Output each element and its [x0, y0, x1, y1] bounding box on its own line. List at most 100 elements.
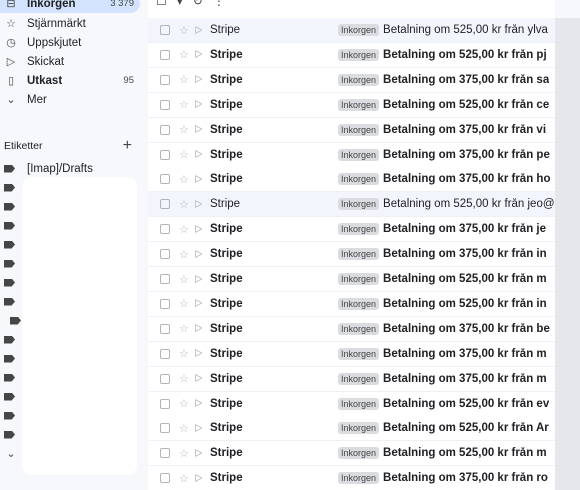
- email-subject: Betalning om 525,00 kr från ce: [383, 98, 550, 111]
- importance-icon[interactable]: ᐅ: [194, 273, 206, 286]
- star-icon[interactable]: ☆: [179, 198, 189, 211]
- star-icon[interactable]: ☆: [179, 347, 189, 360]
- email-row[interactable]: ☆ ᐅ Stripe Inkorgen Betalning om 375,00 kr f…: [148, 366, 555, 392]
- row-checkbox[interactable]: [160, 423, 170, 434]
- star-icon[interactable]: ☆: [179, 297, 189, 310]
- star-icon[interactable]: ☆: [179, 148, 189, 161]
- importance-icon[interactable]: ᐅ: [194, 447, 206, 460]
- star-icon[interactable]: ☆: [179, 248, 189, 261]
- importance-icon[interactable]: ᐅ: [194, 223, 206, 236]
- star-icon[interactable]: ☆: [179, 173, 189, 186]
- more-options-icon[interactable]: ⋮: [213, 0, 225, 8]
- email-sender: Stripe: [210, 148, 243, 161]
- email-row[interactable]: ☆ ᐅ Stripe Inkorgen Betalning om 375,00 kr f…: [148, 466, 555, 490]
- email-row[interactable]: ☆ ᐅ Stripe Inkorgen Betalning om 375,00 kr f…: [148, 316, 555, 342]
- importance-icon[interactable]: ᐅ: [194, 472, 206, 485]
- row-checkbox[interactable]: [160, 373, 170, 384]
- importance-icon[interactable]: ᐅ: [194, 123, 206, 136]
- email-subject: Betalning om 525,00 kr från jeo@: [383, 198, 555, 211]
- star-icon[interactable]: ☆: [179, 98, 189, 111]
- nav-item-2[interactable]: ◷ Uppskjutet: [0, 33, 140, 52]
- email-row[interactable]: ☆ ᐅ Stripe Inkorgen Betalning om 375,00 kr f…: [148, 167, 555, 193]
- nav-item-1[interactable]: ☆ Stjärnmärkt: [0, 14, 140, 33]
- star-icon[interactable]: ☆: [179, 24, 189, 37]
- email-row[interactable]: ☆ ᐅ Stripe Inkorgen Betalning om 525,00 kr f…: [148, 441, 555, 467]
- importance-icon[interactable]: ᐅ: [194, 248, 206, 261]
- star-icon[interactable]: ☆: [179, 372, 189, 385]
- star-icon[interactable]: ☆: [179, 273, 189, 286]
- email-row[interactable]: ☆ ᐅ Stripe Inkorgen Betalning om 375,00 kr f…: [148, 242, 555, 268]
- row-checkbox[interactable]: [160, 124, 170, 135]
- importance-icon[interactable]: ᐅ: [194, 397, 206, 410]
- importance-icon[interactable]: ᐅ: [194, 198, 206, 211]
- label-badge: Inkorgen: [338, 223, 380, 236]
- email-row[interactable]: ☆ ᐅ Stripe Inkorgen Betalning om 525,00 kr f…: [148, 291, 555, 317]
- star-icon[interactable]: ☆: [179, 223, 189, 236]
- importance-icon[interactable]: ᐅ: [194, 297, 206, 310]
- nav-item-label: Uppskjutet: [27, 36, 82, 49]
- nav-item-4[interactable]: ▯ Utkast 95: [0, 71, 140, 90]
- select-all-checkbox[interactable]: ☐: [156, 0, 167, 8]
- email-row[interactable]: ☆ ᐅ Stripe Inkorgen Betalning om 525,00 kr f…: [148, 92, 555, 118]
- importance-icon[interactable]: ᐅ: [194, 322, 206, 335]
- row-checkbox[interactable]: [160, 199, 170, 210]
- nav-item-0[interactable]: ⊟ Inkorgen 3 379: [0, 0, 140, 13]
- row-checkbox[interactable]: [160, 323, 170, 334]
- email-row[interactable]: ☆ ᐅ Stripe Inkorgen Betalning om 525,00 kr f…: [148, 42, 555, 68]
- importance-icon[interactable]: ᐅ: [194, 347, 206, 360]
- label-item[interactable]: [Imap]/Drafts: [0, 159, 148, 178]
- importance-icon[interactable]: ᐅ: [194, 422, 206, 435]
- importance-icon[interactable]: ᐅ: [194, 148, 206, 161]
- email-row[interactable]: ☆ ᐅ Stripe Inkorgen Betalning om 525,00 kr f…: [148, 267, 555, 292]
- email-sender: Stripe: [210, 322, 243, 335]
- row-checkbox[interactable]: [160, 274, 170, 284]
- star-icon[interactable]: ☆: [179, 472, 189, 485]
- importance-icon[interactable]: ᐅ: [194, 173, 206, 186]
- row-checkbox[interactable]: [160, 224, 170, 235]
- importance-icon[interactable]: ᐅ: [194, 372, 206, 385]
- email-row[interactable]: ☆ ᐅ Stripe Inkorgen Betalning om 375,00 kr f…: [148, 341, 555, 367]
- email-row[interactable]: ☆ ᐅ Stripe Inkorgen Betalning om 525,00 kr f…: [148, 18, 555, 43]
- row-checkbox[interactable]: [160, 49, 170, 60]
- refresh-icon[interactable]: ↻: [193, 0, 203, 8]
- row-checkbox[interactable]: [160, 298, 170, 309]
- row-checkbox[interactable]: [160, 149, 170, 160]
- add-label-icon[interactable]: +: [123, 138, 132, 154]
- row-checkbox[interactable]: [160, 249, 170, 260]
- label-tag-icon: [4, 164, 15, 173]
- row-checkbox[interactable]: [160, 398, 170, 409]
- star-icon[interactable]: ☆: [179, 73, 189, 86]
- importance-icon[interactable]: ᐅ: [194, 24, 206, 37]
- row-checkbox[interactable]: [160, 174, 170, 185]
- row-checkbox[interactable]: [160, 473, 170, 484]
- email-row[interactable]: ☆ ᐅ Stripe Inkorgen Betalning om 525,00 kr f…: [148, 416, 555, 442]
- nav-item-3[interactable]: ▷ Skickat: [0, 52, 140, 71]
- importance-icon[interactable]: ᐅ: [194, 48, 206, 61]
- star-icon[interactable]: ☆: [179, 447, 189, 460]
- scrollbar[interactable]: [555, 18, 580, 490]
- email-row[interactable]: ☆ ᐅ Stripe Inkorgen Betalning om 375,00 kr f…: [148, 217, 555, 243]
- email-row[interactable]: ☆ ᐅ Stripe Inkorgen Betalning om 375,00 kr f…: [148, 142, 555, 168]
- star-icon[interactable]: ☆: [179, 397, 189, 410]
- nav-item-5[interactable]: ⌄ Mer: [0, 90, 140, 109]
- label-tag-icon: [4, 430, 15, 439]
- email-row[interactable]: ☆ ᐅ Stripe Inkorgen Betalning om 375,00 kr f…: [148, 117, 555, 143]
- select-menu-icon[interactable]: ▾: [177, 0, 183, 8]
- row-checkbox[interactable]: [160, 25, 170, 35]
- star-icon[interactable]: ☆: [179, 422, 189, 435]
- importance-icon[interactable]: ᐅ: [194, 73, 206, 86]
- email-sender: Stripe: [210, 397, 243, 410]
- row-checkbox[interactable]: [160, 74, 170, 85]
- email-row[interactable]: ☆ ᐅ Stripe Inkorgen Betalning om 525,00 kr f…: [148, 192, 555, 218]
- star-icon[interactable]: ☆: [179, 123, 189, 136]
- star-icon[interactable]: ☆: [179, 322, 189, 335]
- email-row[interactable]: ☆ ᐅ Stripe Inkorgen Betalning om 525,00 kr f…: [148, 391, 555, 417]
- row-checkbox[interactable]: [160, 348, 170, 359]
- email-row[interactable]: ☆ ᐅ Stripe Inkorgen Betalning om 375,00 kr f…: [148, 67, 555, 93]
- inbox-icon: ⊟: [6, 0, 16, 10]
- row-checkbox[interactable]: [160, 448, 170, 459]
- star-icon[interactable]: ☆: [179, 48, 189, 61]
- importance-icon[interactable]: ᐅ: [194, 98, 206, 111]
- row-checkbox[interactable]: [160, 99, 170, 110]
- label-badge: Inkorgen: [338, 422, 380, 435]
